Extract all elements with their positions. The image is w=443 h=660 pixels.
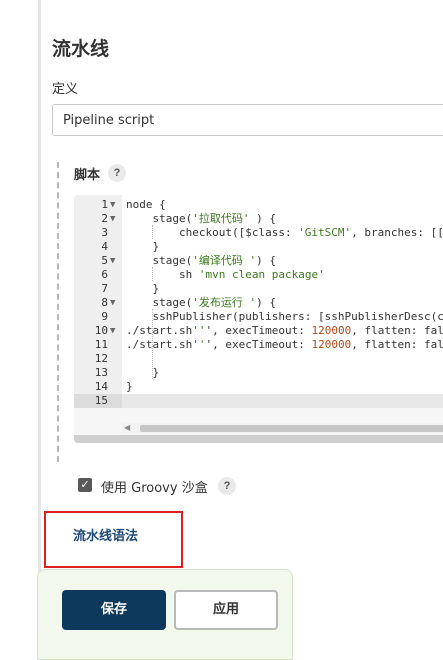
save-button[interactable]: 保存 [62, 590, 166, 630]
editor-line[interactable]: 13 } [74, 366, 443, 380]
editor-line[interactable]: 3 checkout([$class: 'GitSCM', branches: … [74, 226, 443, 240]
editor-scrollbar-thumb[interactable] [140, 425, 443, 432]
indent-guide [152, 225, 153, 239]
page-left-rail [38, 0, 41, 660]
script-help-icon[interactable]: ? [108, 164, 126, 182]
editor-line[interactable]: 11 ./start.sh''', execTimeout: 120000, fl… [74, 338, 443, 352]
editor-line[interactable]: 1 ▼ node { [74, 198, 443, 212]
line-number: 6 [101, 268, 108, 281]
fold-toggle-icon[interactable]: ▼ [110, 296, 115, 310]
code-text[interactable]: } [126, 282, 159, 296]
code-text[interactable]: } [126, 366, 159, 380]
editor-line[interactable]: 6 sh 'mvn clean package' [74, 268, 443, 282]
line-number: 4 [101, 240, 108, 253]
code-text[interactable]: ./start.sh''', execTimeout: 120000, flat… [126, 338, 443, 352]
active-line-highlight [122, 394, 443, 408]
code-text[interactable]: node { [126, 198, 166, 212]
sandbox-checkbox[interactable]: ✓ [78, 478, 92, 492]
line-number: 5 [101, 254, 108, 267]
editor-resize-bar[interactable] [74, 435, 443, 443]
editor-line[interactable]: 15 [74, 394, 443, 408]
fold-toggle-icon[interactable]: ▼ [110, 212, 115, 226]
definition-label: 定义 [52, 82, 79, 97]
code-text[interactable]: stage('拉取代码' ) { [126, 212, 276, 226]
line-number: 2 [101, 212, 108, 225]
editor-line[interactable]: 7 } [74, 282, 443, 296]
line-number: 14 [94, 380, 108, 393]
code-text[interactable]: } [126, 240, 159, 254]
line-number: 1 [101, 198, 108, 211]
line-number: 7 [101, 282, 108, 295]
code-text[interactable]: stage('编译代码 ') { [126, 254, 276, 268]
section-title: 流水线 [52, 38, 110, 60]
line-number: 8 [101, 296, 108, 309]
line-number: 9 [101, 310, 108, 323]
code-text[interactable]: checkout([$class: 'GitSCM', branches: [[ [126, 226, 443, 240]
line-number: 12 [94, 352, 108, 365]
indent-guide [152, 309, 153, 379]
editor-line[interactable]: 2 ▼ stage('拉取代码' ) { [74, 212, 443, 226]
editor-line[interactable]: 10 ▼ ./start.sh''', execTimeout: 120000, f… [74, 324, 443, 338]
code-text[interactable]: stage('发布运行 ') { [126, 296, 276, 310]
fold-toggle-icon[interactable]: ▼ [110, 324, 115, 338]
editor-line[interactable]: 5 ▼ stage('编译代码 ') { [74, 254, 443, 268]
code-text[interactable]: sh 'mvn clean package' [126, 268, 325, 282]
code-text[interactable]: sshPublisher(publishers: [sshPublisherDe… [126, 310, 443, 324]
indent-guide [152, 267, 153, 281]
pipeline-syntax-link[interactable]: 流水线语法 [73, 525, 138, 544]
editor-line[interactable]: 14} [74, 380, 443, 394]
apply-button[interactable]: 应用 [174, 590, 278, 630]
line-number: 3 [101, 226, 108, 239]
script-editor[interactable]: 1 ▼ node {2 ▼ stage('拉取代码' ) {3 checkout([$… [74, 195, 443, 443]
definition-select[interactable]: Pipeline script [52, 104, 443, 136]
code-text[interactable]: ./start.sh''', execTimeout: 120000, flat… [126, 324, 443, 338]
sandbox-help-icon[interactable]: ? [218, 477, 236, 495]
editor-line[interactable]: 8 ▼ stage('发布运行 ') { [74, 296, 443, 310]
line-number: 10 [94, 324, 108, 337]
script-section-rail [57, 162, 59, 462]
line-number: 15 [94, 394, 108, 407]
line-number: 13 [94, 366, 108, 379]
sandbox-label: 使用 Groovy 沙盒 [101, 481, 208, 496]
editor-line[interactable]: 12 [74, 352, 443, 366]
scroll-left-icon[interactable]: ◀ [124, 423, 130, 432]
code-text[interactable]: } [126, 380, 133, 394]
fold-toggle-icon[interactable]: ▼ [110, 198, 115, 212]
editor-line[interactable]: 9 sshPublisher(publishers: [sshPublisher… [74, 310, 443, 324]
fold-toggle-icon[interactable]: ▼ [110, 254, 115, 268]
line-number: 11 [94, 338, 108, 351]
script-label: 脚本 [74, 168, 101, 183]
editor-line[interactable]: 4 } [74, 240, 443, 254]
